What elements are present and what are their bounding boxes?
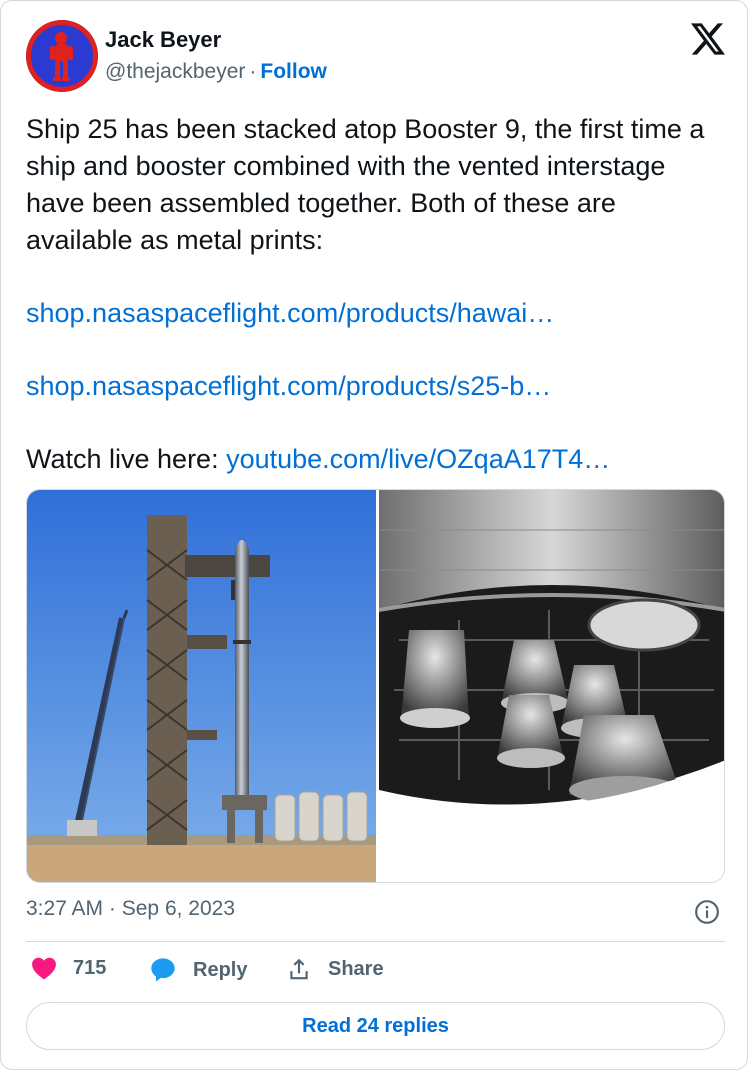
read-replies-button[interactable]: Read 24 replies [26,1002,725,1050]
read-replies-label: Read 24 replies [302,1014,449,1037]
author-handle[interactable]: @thejackbeyer [105,60,245,83]
share-button[interactable]: Share [286,956,384,982]
author-name[interactable]: Jack Beyer [105,27,221,53]
author-avatar[interactable] [26,20,98,92]
shop-link-2[interactable]: shop.nasaspaceflight.com/products/s25-b… [26,371,551,401]
x-logo-icon[interactable] [691,23,725,55]
reply-button[interactable]: Reply [149,956,247,984]
tweet-timestamp[interactable]: 3:27 AM · Sep 6, 2023 [26,897,235,921]
tweet-body: Ship 25 has been stacked atop Booster 9,… [26,111,726,478]
youtube-link[interactable]: youtube.com/live/OZqaA17T4… [226,444,610,474]
shop-link-1[interactable]: shop.nasaspaceflight.com/products/hawai… [26,298,554,328]
share-label: Share [328,957,384,980]
tweet-text: Ship 25 has been stacked atop Booster 9,… [26,114,705,255]
reply-label: Reply [193,958,248,981]
divider [26,941,725,942]
share-icon [290,958,308,980]
like-count: 715 [73,956,107,979]
reply-bubble-icon [151,958,175,982]
info-icon[interactable] [694,899,720,925]
follow-button[interactable]: Follow [260,60,327,83]
like-button[interactable]: 715 [31,956,106,980]
tweet-date: Sep 6, 2023 [121,897,236,920]
photo-engine-bay[interactable] [379,490,725,882]
tweet-card: Jack Beyer @thejackbeyer · Follow Ship 25 … [0,0,748,1070]
photo-starship-stack[interactable] [27,490,376,882]
avatar-ring [26,20,98,92]
tweet-time: 3:27 AM [26,897,104,920]
timestamp-separator: · [108,897,116,920]
watch-prefix: Watch live here: [26,444,227,474]
author-handle-row: @thejackbeyer · Follow [105,60,327,84]
handle-separator: · [249,60,257,83]
media-grid [26,489,725,883]
heart-icon [32,957,56,980]
